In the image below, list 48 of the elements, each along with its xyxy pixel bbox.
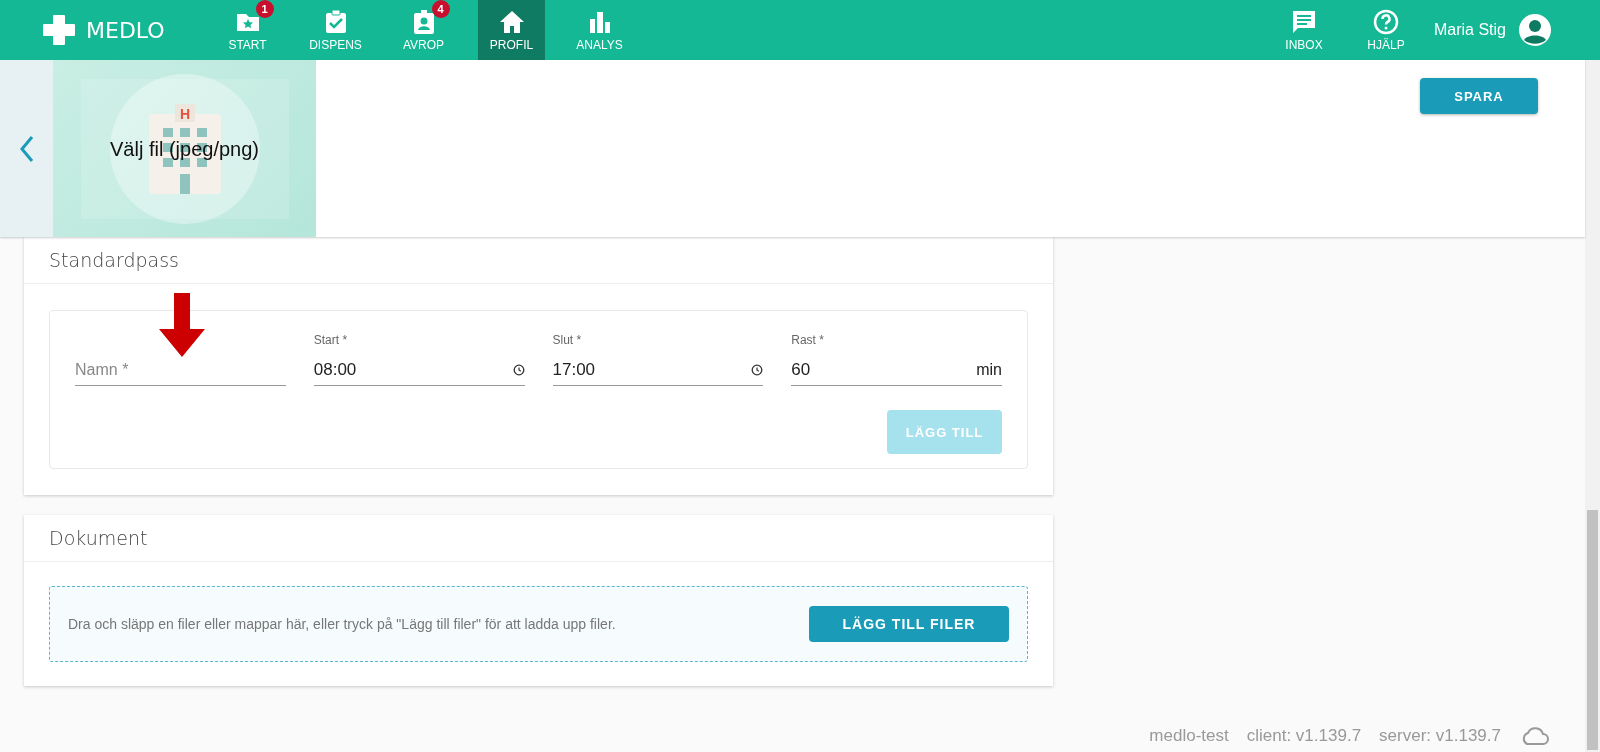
- section-title: Standardpass: [24, 237, 1053, 284]
- app-name: MEDLO: [86, 17, 165, 43]
- clock-icon[interactable]: [751, 364, 764, 376]
- down-arrow-drawing: [159, 293, 205, 357]
- hospital-sign-letter: H: [179, 105, 190, 122]
- notification-badge: 1: [255, 0, 274, 18]
- name-input-field[interactable]: Namn *: [75, 361, 286, 379]
- nav-label: ANALYS: [576, 37, 623, 52]
- nav-tab[interactable]: 4 AVROP: [390, 0, 457, 60]
- house-icon: [498, 8, 525, 35]
- drop-hint-text: Dra och släpp en filer eller mappar här, eller tryck på "Lägg till filer" för att ladda upp filer.: [68, 616, 616, 632]
- time-input-field[interactable]: 08:00: [313, 357, 525, 386]
- file-drop-zone[interactable]: Dra och släpp en filer eller mappar här, eller tryck på "Lägg till filer" för att ladda upp filer. LÄGG TILL FILER: [49, 586, 1028, 662]
- time-input-field[interactable]: 17:00: [552, 357, 764, 386]
- scrollbar-thumb[interactable]: [1587, 510, 1598, 750]
- header-action[interactable]: INBOX: [1269, 0, 1338, 60]
- section-title: Dokument: [24, 515, 1053, 562]
- upload-label: Välj fil (jpeg/png): [110, 137, 259, 160]
- nav-tab[interactable]: DISPENS: [302, 0, 369, 60]
- nav-tab[interactable]: 1 START: [214, 0, 281, 60]
- notification-badge: 4: [431, 0, 450, 18]
- field-label: Start *: [313, 333, 349, 347]
- nav-label: START: [228, 37, 267, 52]
- number-input-field[interactable]: 60 min: [791, 357, 1002, 386]
- header-action[interactable]: HJÄLP: [1351, 0, 1420, 60]
- nav-label: HJÄLP: [1367, 37, 1405, 52]
- nav-label: INBOX: [1285, 37, 1323, 52]
- nav-tab[interactable]: PROFIL: [478, 0, 545, 60]
- nav-tab[interactable]: ANALYS: [566, 0, 633, 60]
- help-icon: [1372, 8, 1399, 35]
- message-icon: [1290, 8, 1317, 35]
- clock-icon[interactable]: [512, 364, 525, 376]
- back-chevron-icon[interactable]: [18, 134, 35, 163]
- logo-icon: [42, 14, 76, 46]
- nav-label: AVROP: [402, 37, 445, 52]
- image-upload-area[interactable]: H Välj fil (jpeg/png): [53, 60, 316, 237]
- user-name[interactable]: Maria Stig: [1433, 21, 1506, 39]
- field-label: Slut *: [552, 333, 583, 347]
- footer-text: client: v1.139.7: [1246, 726, 1362, 746]
- footer-text: server: v1.139.7: [1379, 726, 1501, 746]
- nav-label: PROFIL: [489, 37, 534, 52]
- nav-label: DISPENS: [309, 37, 362, 52]
- field-label: Rast *: [791, 333, 825, 347]
- avatar-icon[interactable]: [1518, 13, 1552, 47]
- add-files-button[interactable]: LÄGG TILL FILER: [809, 606, 1009, 642]
- scrollbar[interactable]: [1585, 60, 1600, 752]
- save-button[interactable]: SPARA: [1420, 78, 1538, 114]
- footer-text: medlo-test: [1149, 726, 1229, 746]
